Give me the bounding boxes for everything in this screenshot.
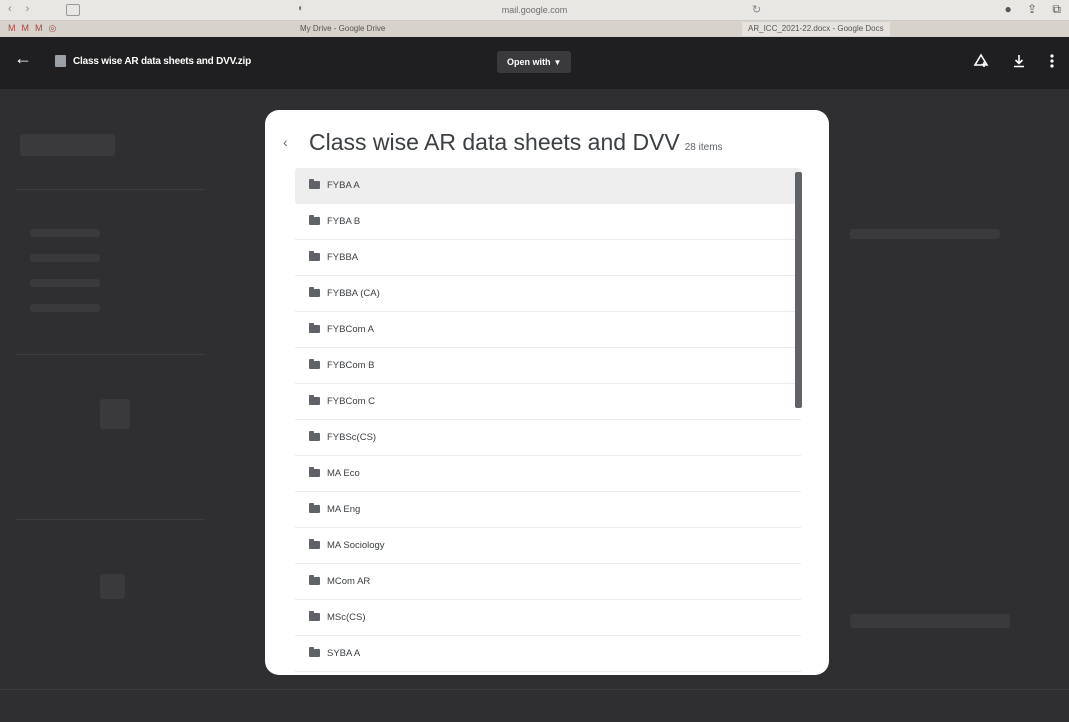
folder-name: MA Eng — [327, 504, 361, 515]
preview-header: ← Class wise AR data sheets and DVV.zip … — [0, 37, 1069, 89]
bg-nav-item — [30, 279, 100, 287]
open-with-label: Open with — [507, 57, 551, 67]
folder-name: FYBCom B — [327, 360, 375, 371]
bg-nav-item — [30, 254, 100, 262]
folder-icon — [309, 503, 320, 513]
folder-name: MA Eco — [327, 468, 360, 479]
arrow-left-icon[interactable]: ← — [14, 48, 32, 69]
more-vert-icon[interactable] — [1049, 53, 1055, 73]
bg-right-content — [850, 614, 1010, 628]
tab-my-drive[interactable]: My Drive - Google Drive — [300, 24, 385, 33]
file-title: Class wise AR data sheets and DVV.zip — [73, 56, 252, 67]
folder-icon — [309, 611, 320, 621]
panel-header: ‹ Class wise AR data sheets and DVV 28 it… — [265, 110, 829, 170]
folder-icon — [309, 215, 320, 225]
bg-nav-item — [30, 229, 100, 237]
folder-name: FYBA B — [327, 216, 361, 227]
tab-google-docs[interactable]: AR_ICC_2021-22.docx - Google Docs — [742, 22, 890, 36]
list-item[interactable]: SYBA A — [295, 636, 801, 672]
bg-placeholder — [100, 399, 130, 429]
list-item[interactable]: FYBCom B — [295, 348, 801, 384]
folder-name: FYBSc(CS) — [327, 432, 377, 443]
folder-name: MSc(CS) — [327, 612, 366, 623]
bg-placeholder — [100, 574, 125, 599]
caret-down-icon: ▼ — [553, 58, 562, 67]
list-item[interactable]: FYBSc(CS) — [295, 420, 801, 456]
bg-divider — [15, 189, 205, 190]
zip-contents-panel: ‹ Class wise AR data sheets and DVV 28 it… — [265, 110, 829, 675]
list-item[interactable]: FYBCom A — [295, 312, 801, 348]
list-item[interactable]: MA Sociology — [295, 528, 801, 564]
folder-icon — [309, 647, 320, 657]
panel-title: Class wise AR data sheets and DVV 28 item… — [309, 129, 723, 156]
folder-icon — [309, 359, 320, 369]
list-item[interactable]: FYBCom C — [295, 384, 801, 420]
folder-icon — [309, 323, 320, 333]
reload-icon[interactable]: ↻ — [752, 3, 761, 16]
folder-icon — [309, 395, 320, 405]
folder-icon — [309, 539, 320, 549]
folder-name: SYBA A — [327, 648, 361, 659]
folder-name: FYBBA (CA) — [327, 288, 380, 299]
list-scrollbar[interactable] — [795, 172, 802, 408]
list-item[interactable]: MCom AR — [295, 564, 801, 600]
folder-name: FYBCom A — [327, 324, 374, 335]
folder-icon — [309, 287, 320, 297]
list-item[interactable]: MA Eco — [295, 456, 801, 492]
list-item[interactable]: MA Eng — [295, 492, 801, 528]
panel-title-text: Class wise AR data sheets and DVV — [309, 129, 680, 155]
list-item[interactable]: FYBA B — [295, 204, 801, 240]
folder-name: FYBCom C — [327, 396, 376, 407]
folder-name: FYBBA — [327, 252, 359, 263]
folder-icon — [309, 575, 320, 585]
folder-icon — [309, 467, 320, 477]
folder-name: MA Sociology — [327, 540, 385, 551]
folder-icon — [309, 431, 320, 441]
folder-name: MCom AR — [327, 576, 371, 587]
bg-divider — [15, 519, 205, 520]
browser-tab-bar: MMM◎ My Drive - Google Drive AR_ICC_2021… — [0, 21, 1069, 37]
list-item[interactable]: FYBBA — [295, 240, 801, 276]
folder-name: FYBA A — [327, 180, 360, 191]
chevron-left-icon[interactable]: ‹ — [283, 134, 288, 150]
bg-divider — [15, 354, 205, 355]
open-with-button[interactable]: Open with ▼ — [497, 51, 572, 73]
bg-right-content — [850, 229, 1000, 239]
zip-file-icon — [55, 55, 66, 67]
bg-divider — [0, 689, 1069, 690]
bg-new-button — [20, 134, 115, 156]
browser-address-bar: ‹› ◐ mail.google.com ↻ ● ⇪ ⧉ — [0, 0, 1069, 21]
folder-list: FYBA A FYBA B FYBBA FYBBA (CA) FYBCom A … — [295, 168, 801, 672]
list-item[interactable]: FYBBA (CA) — [295, 276, 801, 312]
bg-nav-item — [30, 304, 100, 312]
list-item[interactable]: FYBA A — [295, 168, 801, 204]
url-field[interactable]: mail.google.com — [0, 5, 1069, 15]
pinned-tabs-icons[interactable]: MMM◎ — [8, 23, 62, 34]
browser-toolbar-icons[interactable]: ● ⇪ ⧉ — [1004, 2, 1061, 17]
folder-icon — [309, 179, 320, 189]
item-count: 28 items — [684, 142, 723, 153]
folder-icon — [309, 251, 320, 261]
list-item[interactable]: MSc(CS) — [295, 600, 801, 636]
download-icon[interactable] — [1012, 53, 1026, 73]
add-to-drive-icon[interactable] — [973, 53, 989, 73]
